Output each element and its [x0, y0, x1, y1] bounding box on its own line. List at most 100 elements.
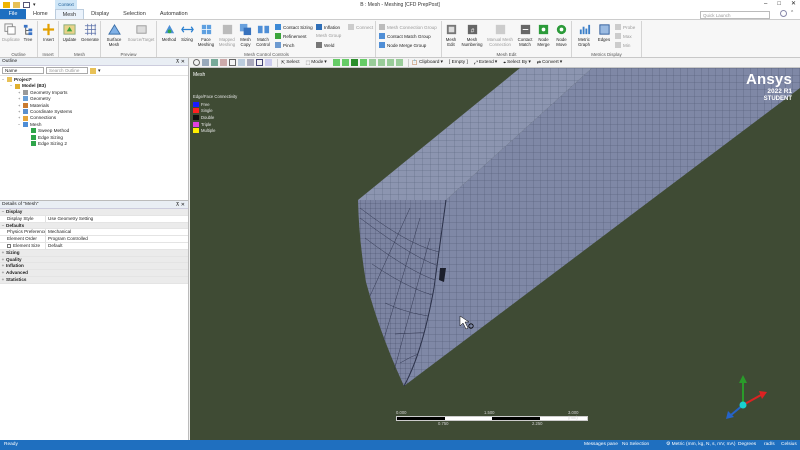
tab-home[interactable]: Home — [26, 9, 55, 19]
mapped-meshing-button[interactable]: Mapped Meshing — [217, 23, 237, 47]
messages-pane-button[interactable]: Messages pane — [584, 440, 618, 450]
mesh-group-button[interactable]: Mesh Group — [316, 33, 341, 38]
convert-menu[interactable]: ⇄ Convert ▾ — [537, 60, 562, 66]
method-button[interactable]: Method — [160, 23, 178, 42]
min-button[interactable]: Min — [615, 42, 630, 48]
details-section[interactable]: + Advanced — [0, 270, 188, 277]
tab-automation[interactable]: Automation — [153, 9, 195, 19]
node-move-button[interactable]: Node Move — [553, 23, 570, 47]
contact-sizing-button[interactable]: Contact Sizing — [275, 24, 313, 30]
generate-button[interactable]: Generate — [80, 23, 100, 42]
select-face-icon[interactable] — [350, 59, 358, 66]
wireframe-icon[interactable] — [256, 59, 263, 66]
clipboard-menu[interactable]: 📋 Clipboard ▾ — [412, 60, 443, 66]
tab-display[interactable]: Display — [84, 9, 116, 19]
pin-icon[interactable]: ⊼ ✕ — [176, 58, 185, 66]
source-target-button[interactable]: Source/Target — [127, 23, 155, 42]
select-vertex-icon[interactable] — [332, 59, 340, 66]
details-section[interactable]: + Inflation — [0, 263, 188, 271]
details-section[interactable]: + Sizing — [0, 249, 188, 257]
render-icon[interactable] — [247, 59, 254, 66]
details-row[interactable]: Display Style Use Geometry Setting — [0, 215, 188, 223]
tree-item[interactable]: Edge Sizing 2 — [0, 141, 188, 147]
filter-icon[interactable] — [90, 67, 96, 74]
select-menu[interactable]: ⇱ Select — [281, 60, 300, 66]
tree-button[interactable]: Tree — [21, 23, 35, 42]
tab-selection[interactable]: Selection — [116, 9, 153, 19]
fit-icon[interactable] — [220, 59, 227, 66]
checkbox[interactable] — [7, 243, 11, 248]
manual-mesh-connection-button[interactable]: Manual Mesh Connection — [485, 23, 515, 47]
pan-icon[interactable] — [202, 59, 209, 66]
tab-file[interactable]: File — [0, 9, 26, 19]
temperature-units[interactable]: Celsius — [781, 440, 797, 450]
close-button[interactable]: ✕ — [791, 0, 796, 9]
details-row[interactable]: Element Size Default — [0, 242, 188, 250]
quick-launch-input[interactable]: Quick Launch — [700, 11, 770, 19]
duplicate-button[interactable]: Duplicate — [2, 23, 20, 42]
minimize-button[interactable]: – — [764, 0, 767, 9]
extend-menu[interactable]: ⤢ Extend ▾ — [474, 60, 497, 66]
select-body-icon[interactable] — [359, 59, 367, 66]
select-element-icon[interactable] — [377, 59, 385, 66]
select-by-menu[interactable]: ⌖ Select By ▾ — [503, 60, 531, 66]
sizing-button[interactable]: Sizing — [179, 23, 195, 42]
look-at-icon[interactable] — [238, 59, 245, 66]
mesh-connection-group-button[interactable]: Mesh Connection Group — [379, 24, 437, 30]
details-section[interactable]: + Statistics — [0, 276, 188, 284]
filter-select[interactable]: Name — [2, 67, 44, 74]
outline-search-input[interactable]: Search Outline — [46, 67, 88, 74]
details-row[interactable]: Physics Preference Mechanical — [0, 229, 188, 237]
mesh-copy-button[interactable]: Mesh Copy — [238, 23, 253, 47]
node-merge-group-button[interactable]: Node Merge Group — [379, 42, 426, 48]
rotate-icon[interactable] — [211, 59, 218, 66]
metric-graph-button[interactable]: Metric Graph — [574, 23, 594, 47]
chevron-down-icon[interactable]: ▾ — [98, 68, 101, 74]
maximize-button[interactable]: □ — [777, 0, 781, 9]
face-meshing-button[interactable]: Face Meshing — [196, 23, 216, 47]
details-value[interactable]: Use Geometry Setting — [46, 216, 93, 222]
refinement-button[interactable]: Refinement — [275, 33, 307, 39]
node-merge-button[interactable]: Node Merge — [535, 23, 552, 47]
mesh-edit-button[interactable]: Mesh Edit — [443, 23, 459, 47]
mesh-model[interactable] — [190, 68, 800, 440]
box-zoom-icon[interactable] — [229, 59, 236, 66]
pin-icon[interactable]: ⊼ ✕ — [176, 201, 185, 209]
inflation-button[interactable]: Inflation — [316, 24, 340, 30]
details-section[interactable]: + Quality — [0, 256, 188, 264]
surface-mesh-button[interactable]: Surface Mesh — [103, 23, 125, 47]
zoom-icon[interactable] — [193, 59, 200, 66]
probe-icon[interactable] — [265, 59, 272, 66]
tab-mesh[interactable]: Mesh — [54, 9, 85, 19]
edges-button[interactable]: Edges — [596, 23, 612, 42]
contact-match-button[interactable]: Contact Match — [516, 23, 534, 47]
minimize-ribbon-icon[interactable]: ⌃ — [790, 10, 797, 17]
details-section[interactable]: − Display — [0, 209, 188, 216]
units-menu[interactable]: ⚙ Metric (mm, kg, N, s, mV, mA) — [666, 440, 735, 450]
max-button[interactable]: Max — [615, 33, 632, 39]
details-value[interactable]: Program Controlled — [46, 236, 88, 242]
details-value[interactable]: Mechanical — [46, 229, 71, 235]
select-element-body-icon[interactable] — [395, 59, 403, 66]
update-button[interactable]: Update — [60, 23, 79, 42]
help-icon[interactable] — [780, 10, 787, 17]
pinch-button[interactable]: Pinch — [275, 42, 295, 48]
mesh-numbering-button[interactable]: # Mesh Numbering — [460, 23, 484, 47]
rate-units[interactable]: rad/s — [764, 440, 775, 450]
match-control-button[interactable]: Match Control — [254, 23, 272, 47]
angle-units[interactable]: Degrees — [738, 440, 756, 450]
details-value[interactable]: Default — [46, 243, 63, 249]
select-node-icon[interactable] — [368, 59, 376, 66]
select-element-face-icon[interactable] — [386, 59, 394, 66]
weld-button[interactable]: Weld — [316, 42, 334, 48]
details-section[interactable]: − Defaults — [0, 222, 188, 230]
mode-menu[interactable]: ⬚ Mode ▾ — [306, 60, 327, 66]
probe-button[interactable]: Probe — [615, 24, 635, 30]
connect-button[interactable]: Connect — [348, 24, 373, 30]
details-row[interactable]: Element Order Program Controlled — [0, 236, 188, 243]
contact-match-group-button[interactable]: Contact Match Group — [379, 33, 431, 39]
select-edge-icon[interactable] — [341, 59, 349, 66]
graphics-viewport[interactable]: Mesh Edge/Face Connectivity Free Single Do… — [190, 68, 800, 440]
axis-triad[interactable] — [723, 373, 773, 423]
insert-button[interactable]: Insert — [40, 23, 57, 42]
